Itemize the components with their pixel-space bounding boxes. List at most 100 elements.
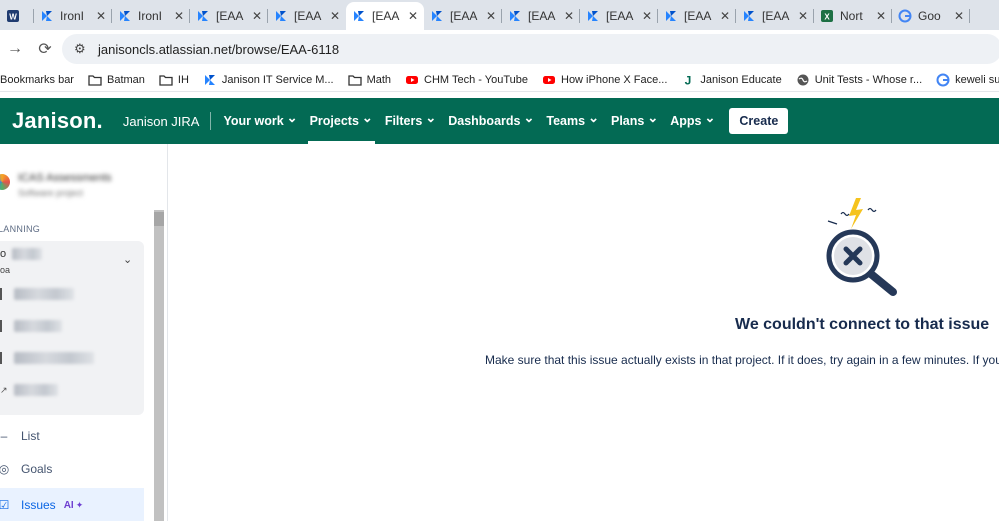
- browser-tab[interactable]: [EAA ✕: [658, 2, 736, 30]
- site-settings-icon[interactable]: ⚙: [74, 41, 92, 57]
- close-icon[interactable]: ✕: [564, 9, 574, 23]
- browser-tab[interactable]: W: [0, 2, 34, 30]
- jira-icon: [430, 9, 444, 23]
- tab-title: [EAA: [684, 9, 712, 23]
- browser-tab[interactable]: IronI ✕: [34, 2, 112, 30]
- bookmark-item[interactable]: IH: [159, 73, 189, 87]
- browser-tab[interactable]: [EAA ✕: [268, 2, 346, 30]
- svg-text:J: J: [685, 73, 692, 87]
- youtube-icon: [405, 73, 419, 87]
- google-icon: [936, 73, 950, 87]
- nav-menu-label: Your work: [223, 114, 284, 128]
- sidebar-scrollbar[interactable]: [154, 210, 164, 521]
- nav-menu-label: Plans: [610, 114, 645, 128]
- bookmark-item[interactable]: Janison IT Service M...: [203, 73, 334, 87]
- nav-menu-plans[interactable]: Plans ⌄: [605, 98, 664, 144]
- tab-title: Goo: [918, 9, 941, 23]
- tab-title: [EAA: [762, 9, 790, 23]
- group-first-letter: o: [0, 248, 7, 260]
- nav-menu-apps[interactable]: Apps ⌄: [664, 98, 721, 144]
- planning-item[interactable]: ↗: [0, 383, 58, 397]
- chevron-down-icon: ⌄: [286, 110, 298, 125]
- error-title: We couldn't connect to that issue: [735, 316, 990, 333]
- browser-tab[interactable]: [EAA ✕: [190, 2, 268, 30]
- target-icon: ◎: [0, 462, 11, 476]
- close-icon[interactable]: ✕: [798, 9, 808, 23]
- browser-tab[interactable]: [EAA ✕: [346, 2, 424, 30]
- backlog-icon: [0, 320, 8, 332]
- bookmark-item[interactable]: Unit Tests - Whose r...: [796, 73, 922, 87]
- browser-tab[interactable]: [EAA ✕: [580, 2, 658, 30]
- sidebar-item-goals[interactable]: ◎ Goals: [0, 454, 144, 484]
- word-icon: W: [6, 9, 20, 23]
- tab-title: [EAA: [450, 9, 478, 23]
- nav-menu-filters[interactable]: Filters ⌄: [379, 98, 442, 144]
- browser-tab[interactable]: Goo ✕: [892, 2, 970, 30]
- close-icon[interactable]: ✕: [642, 9, 652, 23]
- close-icon[interactable]: ✕: [876, 9, 886, 23]
- sidebar-item-issues[interactable]: ☑ Issues AI ✦: [0, 488, 144, 521]
- project-avatar[interactable]: [0, 174, 10, 190]
- sidebar-scroll-thumb[interactable]: [154, 212, 164, 226]
- chart-icon: ↗: [0, 384, 8, 395]
- bookmark-item[interactable]: Batman: [88, 73, 145, 87]
- nav-menu-projects[interactable]: Projects ⌄: [304, 98, 379, 144]
- close-icon[interactable]: ✕: [486, 9, 496, 23]
- nav-menu-your-work[interactable]: Your work ⌄: [217, 98, 303, 144]
- planning-group[interactable]: o oa ⌄ ↗: [0, 241, 144, 415]
- browser-tab[interactable]: [EAA ✕: [736, 2, 814, 30]
- google-icon: [898, 9, 912, 23]
- browser-tab[interactable]: [EAA ✕: [502, 2, 580, 30]
- janison-icon: J: [681, 73, 695, 87]
- bookmark-item[interactable]: keweli suburb sydn...: [936, 73, 999, 87]
- bookmark-item[interactable]: J Janison Educate: [681, 73, 782, 87]
- tab-title: [EAA: [606, 9, 634, 23]
- sidebar-item-list[interactable]: – List: [0, 421, 144, 451]
- close-icon[interactable]: ✕: [330, 9, 340, 23]
- redacted-text: [13, 384, 58, 396]
- redacted-text: [14, 320, 62, 332]
- globe-icon: [796, 73, 810, 87]
- folder-icon: [159, 73, 173, 87]
- close-icon[interactable]: ✕: [252, 9, 262, 23]
- nav-menu-teams[interactable]: Teams ⌄: [540, 98, 605, 144]
- nav-menu-dashboards[interactable]: Dashboards ⌄: [442, 98, 540, 144]
- browser-tab[interactable]: [EAA ✕: [424, 2, 502, 30]
- jira-icon: [118, 9, 132, 23]
- browser-tab[interactable]: IronI ✕: [112, 2, 190, 30]
- chevron-down-icon: ⌄: [361, 110, 373, 125]
- jira-icon: [742, 9, 756, 23]
- chevron-down-icon: ⌄: [588, 110, 599, 125]
- bookmark-item[interactable]: Bookmarks bar: [0, 74, 74, 86]
- bookmark-item[interactable]: CHM Tech - YouTube: [405, 73, 528, 87]
- bookmark-item[interactable]: Math: [347, 73, 391, 87]
- bookmark-label: CHM Tech - YouTube: [424, 73, 528, 86]
- chevron-down-icon[interactable]: ⌄: [123, 253, 132, 266]
- nav-menu-label: Filters: [384, 114, 423, 128]
- jira-icon: [274, 9, 288, 23]
- bookmark-label: IH: [177, 73, 189, 86]
- folder-icon: [88, 73, 102, 87]
- nav-menu-label: Dashboards: [448, 114, 521, 128]
- excel-icon: X: [820, 9, 834, 23]
- planning-item[interactable]: [0, 351, 94, 365]
- create-button[interactable]: Create: [729, 108, 789, 134]
- planning-item[interactable]: [0, 319, 62, 333]
- planning-item[interactable]: [0, 287, 74, 301]
- bookmark-item[interactable]: How iPhone X Face...: [542, 73, 667, 87]
- browser-tab[interactable]: X Nort ✕: [814, 2, 892, 30]
- close-icon[interactable]: ✕: [954, 9, 964, 23]
- janison-logo[interactable]: Janison.: [12, 108, 103, 134]
- forward-icon[interactable]: →: [0, 40, 30, 58]
- logo-text: Janison.: [12, 108, 103, 133]
- board-icon: [0, 288, 8, 300]
- close-icon[interactable]: ✕: [720, 9, 730, 23]
- redacted-text: [12, 248, 43, 260]
- close-icon[interactable]: ✕: [174, 9, 184, 23]
- product-name[interactable]: Janison JIRA: [123, 112, 212, 130]
- project-name[interactable]: ICAS Assessments: [18, 172, 112, 184]
- close-icon[interactable]: ✕: [96, 9, 106, 23]
- close-icon[interactable]: ✕: [408, 9, 418, 23]
- address-bar[interactable]: ⚙ janisoncls.atlassian.net/browse/EAA-61…: [62, 34, 999, 64]
- reload-icon[interactable]: ⟳: [30, 39, 60, 59]
